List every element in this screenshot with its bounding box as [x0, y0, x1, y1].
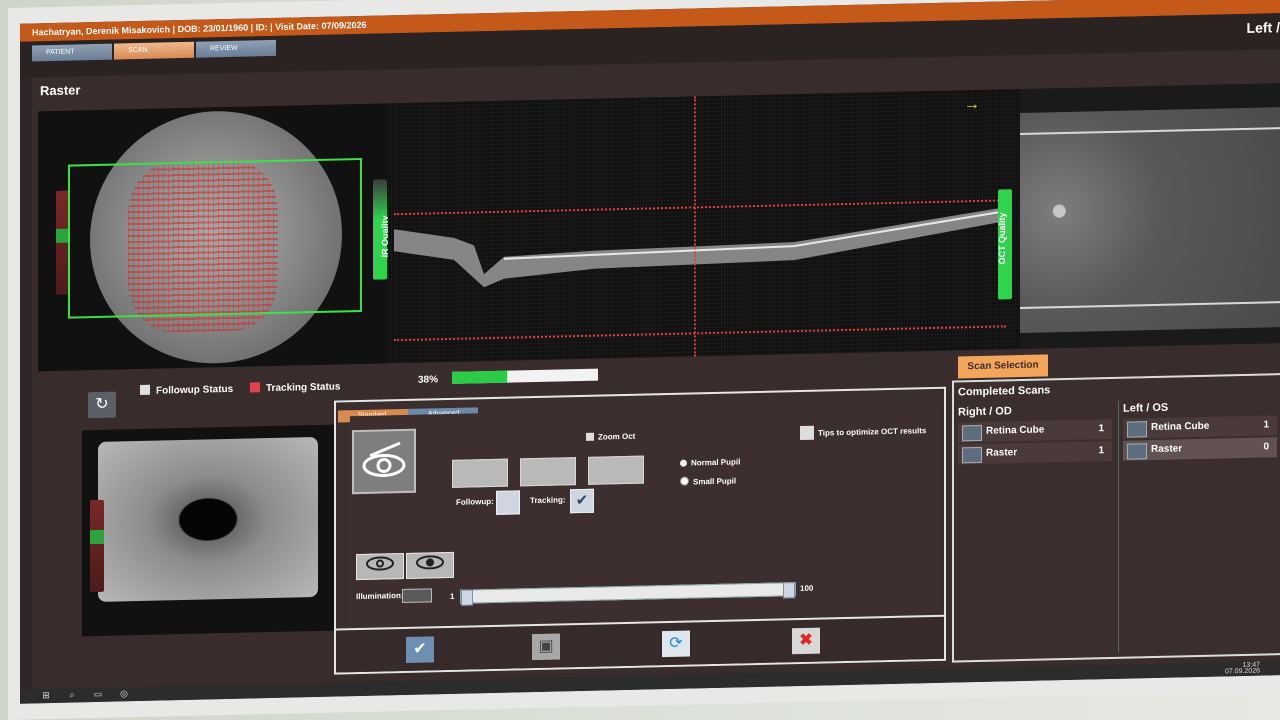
followup-label: Followup: [456, 496, 494, 507]
cancel-button[interactable]: ✖ [792, 627, 820, 655]
preset-button-1[interactable] [452, 458, 508, 488]
tracking-status-legend: Tracking Status [250, 380, 340, 394]
progress-percent: 38% [418, 374, 439, 386]
scan-thumbnail-icon [1127, 443, 1147, 460]
illumination-value-box[interactable] [402, 588, 432, 604]
completed-scans-panel: Completed Scans Right / OD Retina Cube 1 … [952, 373, 1280, 663]
progress-fill [452, 370, 508, 384]
tips-button[interactable]: Tips to optimize OCT results [800, 423, 926, 441]
illumination-slider-left-thumb[interactable] [461, 589, 473, 606]
preset-button-3[interactable] [588, 455, 644, 485]
right-eye-column: Right / OD Retina Cube 1 Raster 1 [954, 401, 1116, 657]
preset-button-2[interactable] [520, 457, 576, 487]
list-item[interactable]: Raster 1 [958, 440, 1112, 465]
retina-layers [394, 207, 1004, 288]
tab-patient[interactable]: PATIENT [32, 43, 112, 62]
rescan-button[interactable]: ⟳ [662, 630, 690, 658]
oct-bscan-view[interactable]: → OCT Quality [388, 89, 1020, 364]
iris-alignment-indicator [90, 499, 104, 593]
illumination-slider-right-thumb[interactable] [783, 582, 795, 599]
small-pupil-option[interactable]: Small Pupil [680, 475, 736, 486]
left-eye-header: Left / OS [1123, 401, 1169, 415]
eye-outline-icon [366, 556, 394, 571]
completed-scans-title: Completed Scans [958, 384, 1051, 399]
slider-min-label: 1 [450, 591, 455, 601]
tracking-checkbox[interactable]: ✔ [570, 488, 594, 514]
scan-thumbnail-icon [962, 424, 982, 442]
tab-review[interactable]: REVIEW [196, 39, 276, 58]
acquisition-control-panel: StandardAdvanced Zoom Oct Tips to optimi… [334, 386, 946, 675]
zoom-oct-checkbox[interactable] [586, 432, 594, 441]
retina-slo-image [1020, 107, 1280, 334]
followup-status-legend: Followup Status [140, 383, 233, 397]
scan-thumbnail-icon [1127, 421, 1147, 438]
app-icon[interactable]: ◎ [118, 688, 130, 700]
illumination-slider[interactable] [460, 582, 796, 606]
scan-thumbnail-icon [962, 446, 982, 464]
small-pupil-radio[interactable] [680, 476, 689, 486]
scan-direction-arrow-icon: → [964, 95, 980, 114]
save-icon: ▣ [538, 637, 554, 655]
list-item[interactable]: Retina Cube 1 [958, 418, 1112, 443]
save-button[interactable]: ▣ [532, 633, 560, 661]
iris-camera-view [82, 424, 334, 637]
scan-line-center [694, 96, 696, 357]
refresh-icon: ⟳ [669, 634, 683, 652]
check-icon: ✔ [413, 640, 427, 658]
normal-pupil-radio[interactable] [680, 459, 687, 467]
fundus-ir-view[interactable]: IR Quality [38, 103, 390, 372]
tracking-label: Tracking: [530, 495, 566, 506]
scan-area-box[interactable] [68, 157, 362, 319]
followup-checkbox[interactable] [496, 490, 520, 515]
list-item[interactable]: Raster 0 [1123, 437, 1277, 461]
eye-icon [362, 441, 406, 477]
illumination-label: Illumination: [356, 591, 404, 602]
scan-workspace: Raster IR Quality → OCT Quality Followup… [32, 49, 1280, 690]
scan-progress-bar [452, 368, 598, 384]
eye-scan-mode-button[interactable] [352, 428, 416, 495]
slider-max-label: 100 [800, 583, 814, 594]
normal-pupil-option[interactable]: Normal Pupil [680, 457, 740, 468]
app-screen: Hachatryan, Derenik Misakovich | DOB: 23… [20, 0, 1280, 704]
list-item[interactable]: Retina Cube 1 [1123, 415, 1277, 439]
task-view-icon[interactable]: ▭ [92, 689, 104, 701]
accept-button[interactable]: ✔ [406, 636, 434, 663]
left-eye-column: Left / OS Retina Cube 1 Raster 0 [1118, 397, 1280, 653]
eye-side-label: Left / [1246, 19, 1280, 36]
standard-settings: Zoom Oct Tips to optimize OCT results No… [350, 402, 938, 627]
tab-scan[interactable]: SCAN [114, 41, 194, 60]
right-eye-header: Right / OD [958, 405, 1012, 419]
slo-image-view[interactable] [1020, 83, 1280, 350]
iris-image [98, 436, 318, 602]
search-icon[interactable]: ⌕ [66, 689, 78, 701]
reset-alignment-button[interactable]: ↻ [88, 391, 116, 419]
zoom-oct-option[interactable]: Zoom Oct [586, 432, 635, 442]
tracking-status-swatch [250, 382, 260, 393]
close-icon: ✖ [799, 631, 813, 650]
scan-type-title: Raster [40, 82, 81, 99]
checkmark-icon: ✔ [575, 491, 589, 510]
oct-quality-label: OCT Quality [997, 212, 1008, 265]
eye-view-button[interactable] [356, 553, 404, 581]
info-icon [800, 425, 814, 441]
scan-selection-button[interactable]: Scan Selection [958, 354, 1048, 379]
start-icon[interactable]: ⊞ [40, 690, 52, 702]
eye-pupil-icon [416, 555, 444, 570]
system-clock: 13:47 07.09.2026 [1224, 661, 1260, 676]
monitor-bezel: Hachatryan, Derenik Misakovich | DOB: 23… [8, 0, 1280, 720]
followup-status-swatch [140, 384, 150, 396]
pupil-view-button[interactable] [406, 551, 454, 579]
